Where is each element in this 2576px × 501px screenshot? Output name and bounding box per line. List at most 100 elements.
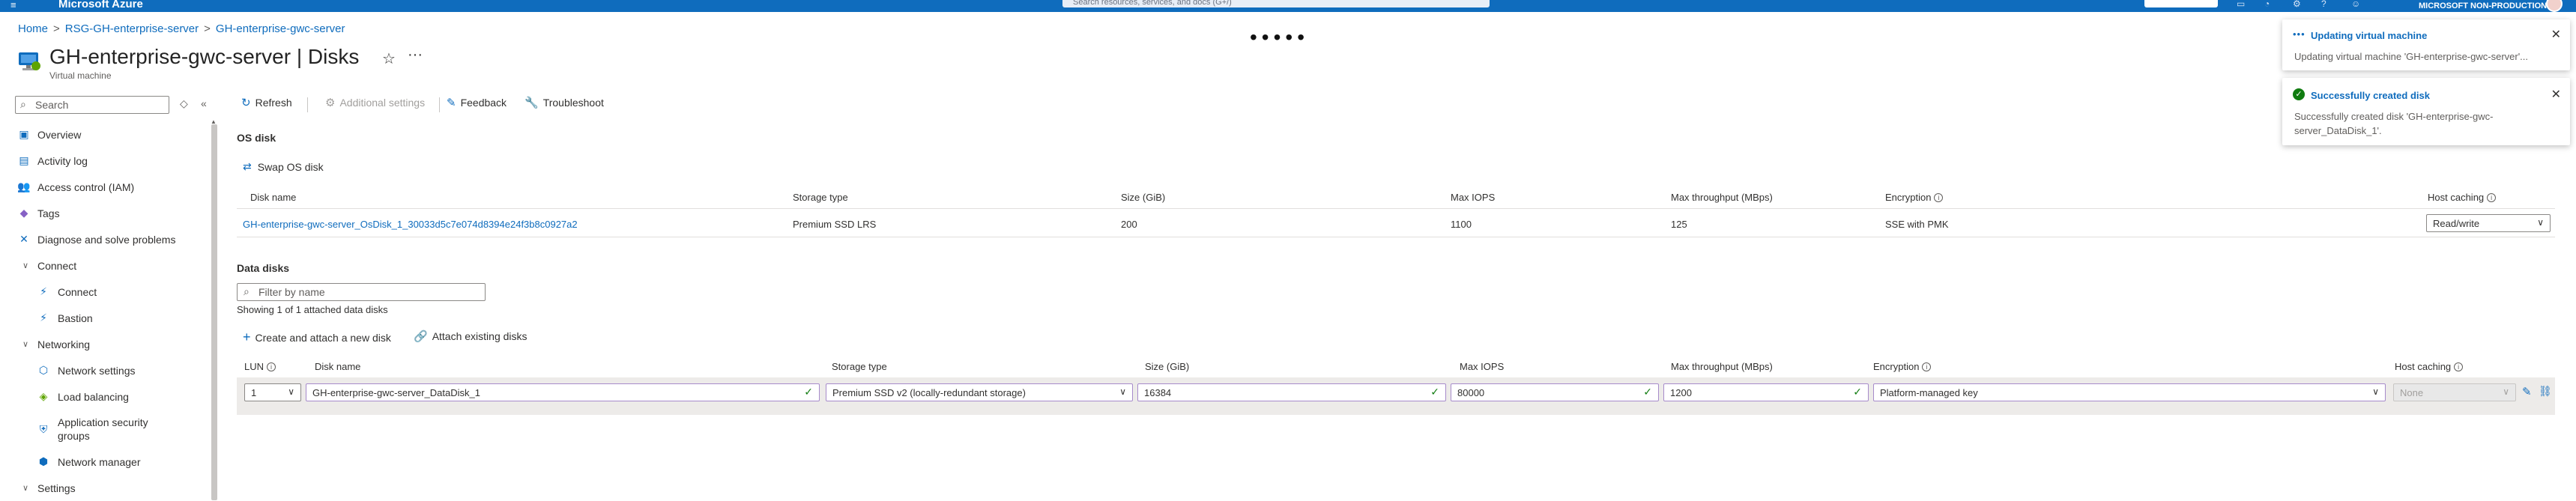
data-disk-host-caching-dropdown[interactable]: None ∨ [2393,383,2516,401]
max-iops-input[interactable]: 80000 ✓ [1451,383,1659,401]
plus-icon: + [243,330,251,344]
virtual-machine-icon [19,52,40,70]
favorite-star-icon[interactable]: ☆ [382,49,396,68]
asg-icon: ⛨ [39,422,48,435]
sidebar-item-diagnose[interactable]: ✕ Diagnose and solve problems [0,226,211,252]
sidebar-item-activity-log[interactable]: ▤ Activity log [0,148,211,174]
troubleshoot-button[interactable]: 🔧 Troubleshoot [524,96,604,109]
hamburger-menu-icon[interactable]: ≡ [10,0,16,10]
sidebar-item-tags[interactable]: ◆ Tags [0,200,211,226]
size-input[interactable]: 16384 ✓ [1137,383,1446,401]
progress-dots-icon: ••• [2293,28,2306,40]
network-manager-icon: ⬢ [38,455,49,467]
info-icon[interactable]: i [267,362,276,371]
col-host-caching: Host caching i [2428,192,2497,203]
breadcrumb-vm[interactable]: GH-enterprise-gwc-server [216,22,345,35]
notification-title: Successfully created disk [2311,90,2430,101]
breadcrumb: Home > RSG-GH-enterprise-server > GH-enterpr… [18,22,345,35]
notification-body: Successfully created disk 'GH-enterprise… [2294,111,2494,136]
sidebar-search-input[interactable]: ⌕ Search [15,96,169,114]
os-disk-size: 200 [1121,219,1137,230]
os-disk-name-link[interactable]: GH-enterprise-gwc-server_OsDisk_1_30033d… [243,219,578,230]
lun-dropdown[interactable]: 1 ∨ [244,383,301,401]
filter-by-name-input[interactable]: ⌕ Filter by name [237,283,486,301]
os-disk-max-iops: 1100 [1451,219,1472,230]
col-storage-type: Storage type [832,361,887,372]
os-disk-max-throughput: 125 [1671,219,1687,230]
notification-updating-vm[interactable]: ••• Updating virtual machine ✕ Updating … [2282,19,2570,70]
sidebar-item-network-settings[interactable]: ⬡ Network settings [0,357,211,383]
col-lun: LUN i [244,361,276,372]
sidebar-item-load-balancing[interactable]: ◈ Load balancing [0,383,211,410]
checkmark-icon: ✓ [1430,386,1439,398]
avatar[interactable] [2546,0,2563,12]
chevron-down-icon: ∨ [2537,217,2544,228]
close-icon[interactable]: ✕ [2551,27,2561,42]
more-options-icon[interactable]: ··· [408,46,423,64]
notifications-icon[interactable]: ◔ [2264,0,2270,9]
sidebar-group-connect[interactable]: ∨ Connect [0,252,211,279]
close-icon[interactable]: ✕ [2551,87,2561,102]
chevron-down-icon: ∨ [2503,386,2509,397]
col-size: Size (GiB) [1121,192,1166,203]
sidebar-item-overview[interactable]: ▣ Overview [0,121,211,148]
encryption-dropdown[interactable]: Platform-managed key ∨ [1873,383,2386,401]
sidebar-scrollbar[interactable] [211,124,217,500]
sidebar-item-application-security-groups[interactable]: ⛨ Application security groups [0,410,211,449]
detach-icon[interactable]: ⛓ [2539,385,2552,398]
top-bar: ≡ Microsoft Azure Search resources, serv… [0,0,2576,12]
checkmark-icon: ✓ [1853,386,1862,398]
swap-os-disk-button[interactable]: ⇄ Swap OS disk [243,160,324,173]
chevron-down-icon: ∨ [288,386,294,397]
refresh-button[interactable]: ↻ Refresh [241,96,292,109]
connect-icon: ⚡ [40,285,47,297]
create-attach-disk-button[interactable]: + Create and attach a new disk [243,330,391,345]
breadcrumb-home[interactable]: Home [18,22,48,35]
chevron-down-icon: ∨ [1119,386,1126,397]
additional-settings-button[interactable]: ⚙ Additional settings [325,96,425,109]
attach-icon: 🔗 [414,330,428,343]
sidebar-item-iam[interactable]: 👥 Access control (IAM) [0,174,211,200]
sidebar-group-settings[interactable]: ∨ Settings [0,475,211,501]
load-balancing-icon: ◈ [39,390,48,402]
notification-body: Updating virtual machine 'GH-enterprise-… [2294,51,2529,62]
page-title: GH-enterprise-gwc-server | Disks [49,45,360,68]
storage-type-dropdown[interactable]: Premium SSD v2 (locally-redundant storag… [826,383,1133,401]
sidebar-item-bastion[interactable]: ⚡ Bastion [0,305,211,331]
max-throughput-input[interactable]: 1200 ✓ [1663,383,1869,401]
sidebar-item-connect[interactable]: ⚡ Connect [0,279,211,305]
os-disk-storage-type: Premium SSD LRS [793,219,877,230]
toolbar-divider [439,97,440,112]
global-search-input[interactable]: Search resources, services, and docs (G+… [1062,0,1490,7]
info-icon[interactable]: i [1922,362,1932,371]
sidebar-group-networking[interactable]: ∨ Networking [0,331,211,357]
cloud-shell-icon[interactable]: ▭ [2237,0,2245,9]
data-disk-name-input[interactable]: GH-enterprise-gwc-server_DataDisk_1 ✓ [306,383,820,401]
feedback-button[interactable]: ✎ Feedback [447,96,507,109]
sidebar-collapse-icon[interactable]: « [201,97,207,109]
tenant-label[interactable]: MICROSOFT NON-PRODUCTION [2419,1,2547,10]
sidebar-expand-icon[interactable]: ◇ [180,97,188,110]
tag-icon: ◆ [19,207,28,219]
notification-disk-created[interactable]: ✓ Successfully created disk ✕ Successful… [2282,78,2570,145]
activity-log-icon: ▤ [19,154,29,166]
feedback-icon: ✎ [447,97,456,109]
info-icon[interactable]: i [1934,193,1944,202]
info-icon[interactable]: i [2487,193,2497,202]
col-storage-type: Storage type [793,192,848,203]
edit-icon[interactable]: ✎ [2522,385,2532,398]
copilot-button[interactable] [2144,0,2218,7]
breadcrumb-resource-group[interactable]: RSG-GH-enterprise-server [65,22,199,35]
sidebar-item-network-manager[interactable]: ⬢ Network manager [0,449,211,475]
data-disk-count: Showing 1 of 1 attached data disks [237,304,388,315]
brand-logo[interactable]: Microsoft Azure [58,0,143,10]
settings-icon[interactable]: ⚙ [2293,0,2301,9]
os-disk-host-caching-dropdown[interactable]: Read/write ∨ [2426,214,2551,232]
feedback-icon[interactable]: ☺ [2351,0,2360,9]
network-settings-icon: ⬡ [38,364,49,376]
help-icon[interactable]: ? [2321,0,2326,9]
col-encryption: Encryption i [1885,192,1944,203]
info-icon[interactable]: i [2454,362,2464,371]
diagnose-icon: ✕ [19,233,28,245]
attach-existing-disks-button[interactable]: 🔗 Attach existing disks [414,330,527,343]
